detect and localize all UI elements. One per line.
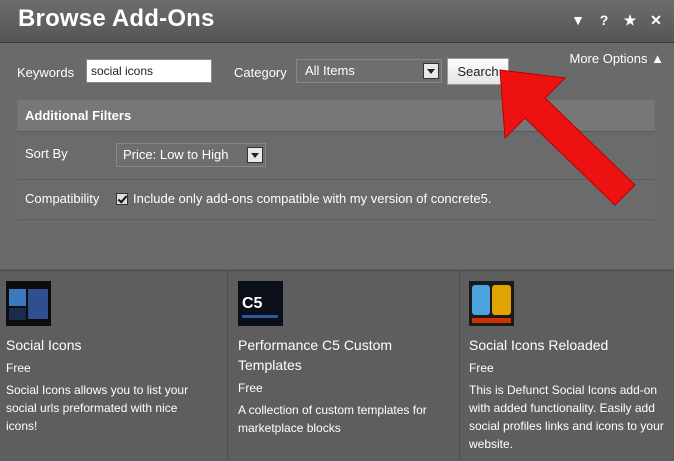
annotation-arrow-icon	[499, 69, 636, 206]
